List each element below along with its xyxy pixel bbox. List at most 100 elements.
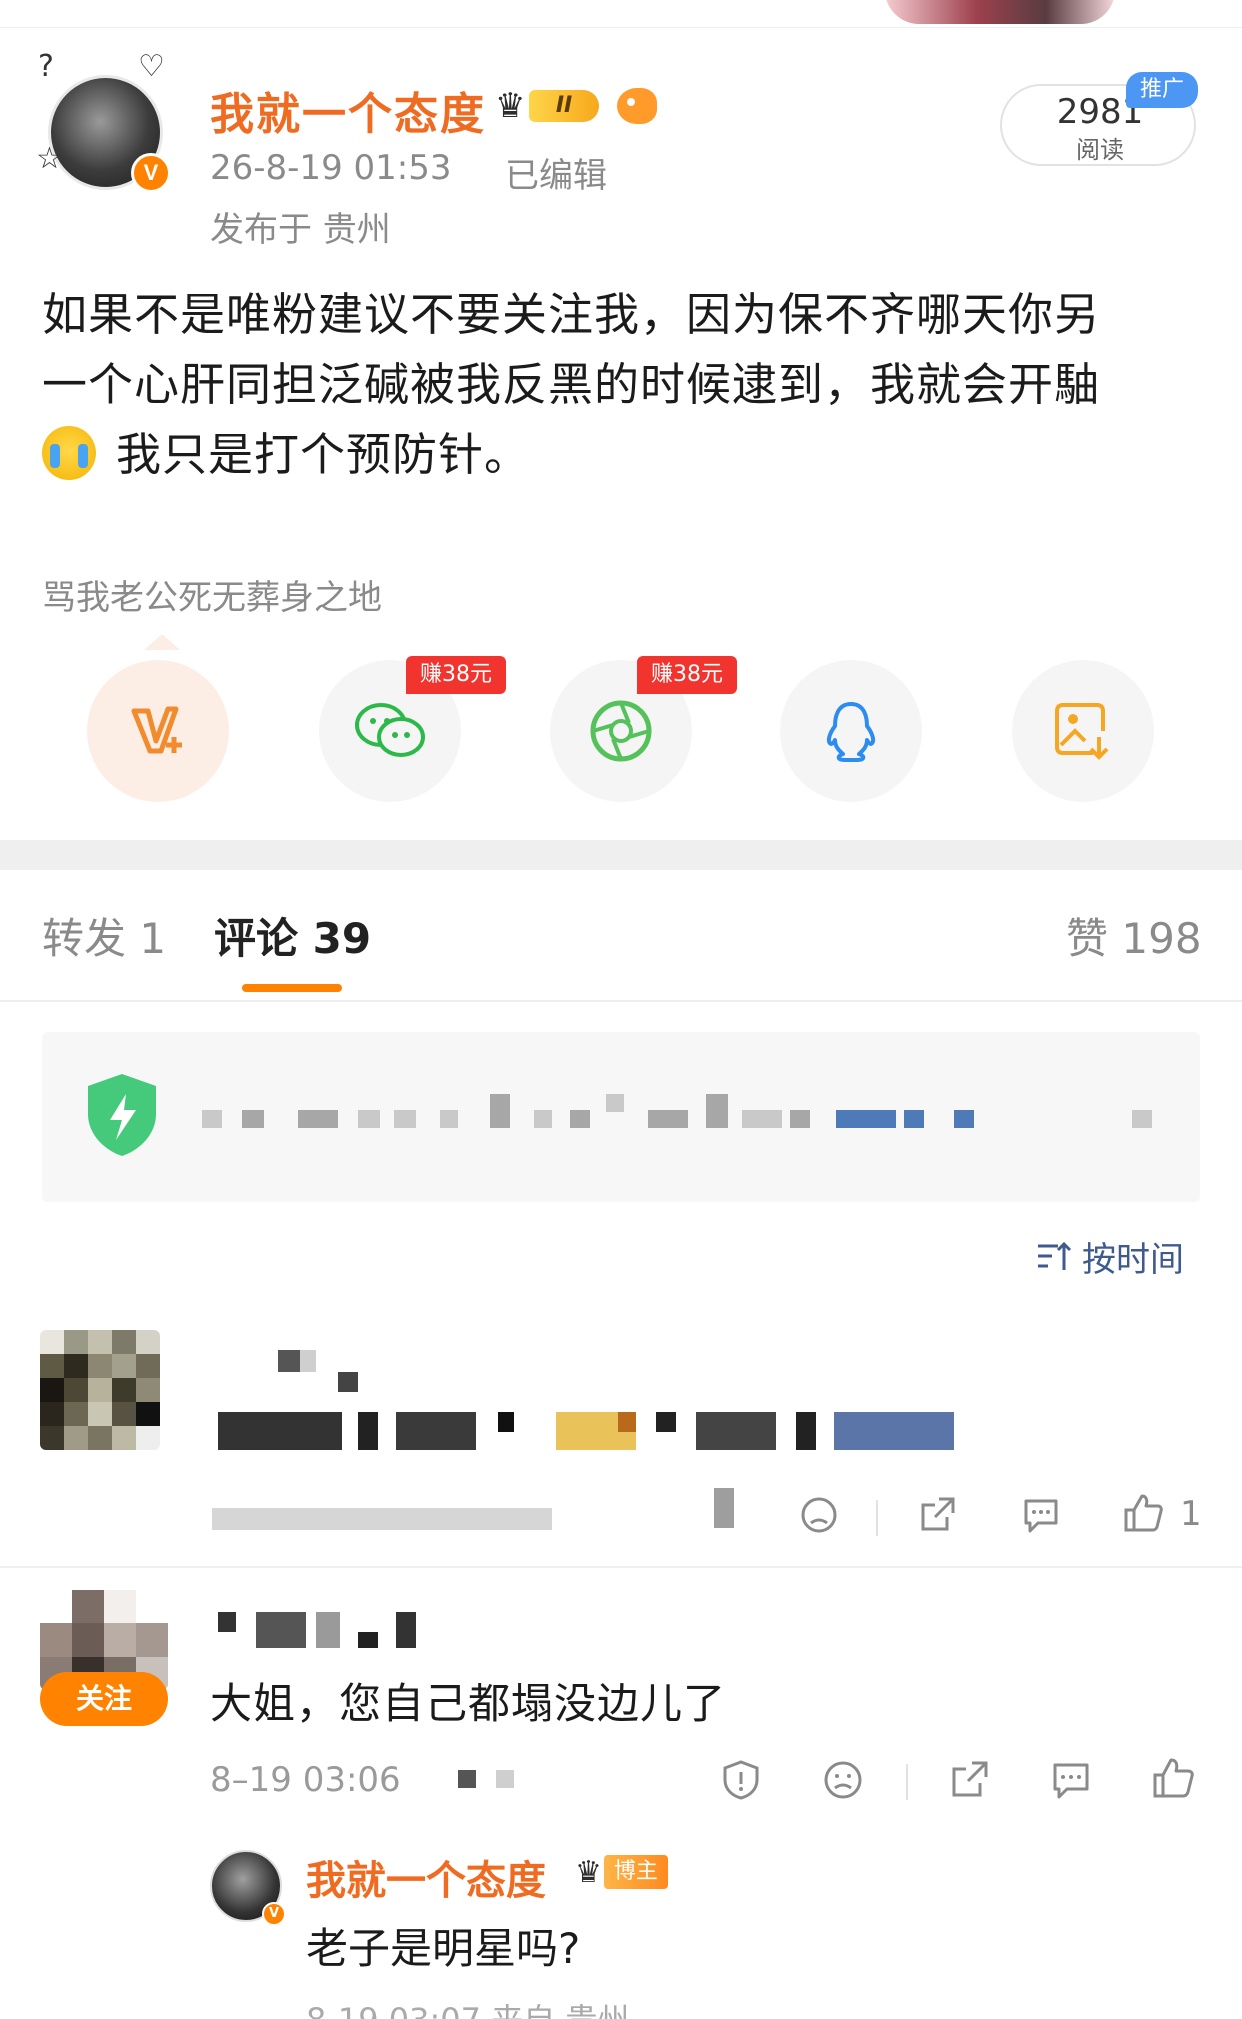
pixelated-comment-text	[656, 1412, 676, 1432]
pixelated-text-block	[298, 1110, 338, 1128]
author-avatar[interactable]: ? ♡ ☆ V	[36, 49, 173, 193]
heart-doodle-icon: ♡	[138, 49, 165, 84]
pixelated-text-block	[742, 1110, 782, 1128]
pixelated-text-block	[534, 1110, 552, 1128]
crying-emoji-icon	[42, 426, 96, 480]
post-topic[interactable]: 骂我老公死无葬身之地	[42, 570, 382, 619]
reply-meta: 8-19 03:07 来自 贵州	[306, 1995, 629, 2019]
pixelated-username	[218, 1612, 236, 1632]
tab-repost[interactable]: 转发 1	[42, 905, 166, 966]
verified-v-icon: V	[262, 1902, 286, 1926]
pixelated-text-block	[394, 1110, 416, 1128]
share-qq-button[interactable]	[780, 660, 922, 802]
tab-comments-count: 39	[312, 914, 372, 963]
pixelated-username	[358, 1632, 378, 1648]
sort-icon	[1038, 1241, 1072, 1270]
pixelated-comment-meta	[212, 1508, 552, 1530]
reply-text: 老子是明星吗?	[306, 1924, 581, 1973]
sort-by-time-button[interactable]: 按时间	[1036, 1232, 1184, 1281]
dislike-icon[interactable]	[796, 1492, 842, 1538]
pixelated-text-block	[706, 1094, 728, 1128]
report-icon[interactable]	[718, 1757, 764, 1803]
save-image-icon	[1012, 660, 1154, 802]
banner-decoration	[885, 0, 1115, 24]
share-weibo-button[interactable]	[87, 660, 229, 802]
top-banner-strip	[0, 0, 1242, 28]
pixelated-username	[316, 1612, 340, 1648]
action-separator	[906, 1764, 908, 1800]
tab-repost-label: 转发	[42, 914, 127, 963]
commenter-avatar[interactable]	[40, 1330, 160, 1450]
pixelated-avatar	[40, 1330, 160, 1450]
share-icon[interactable]	[914, 1492, 960, 1538]
pixelated-text-block	[242, 1110, 264, 1128]
like-icon[interactable]	[1150, 1755, 1196, 1801]
pixelated-link-block	[954, 1110, 974, 1128]
weibo-v-icon	[87, 660, 229, 802]
pixelated-text-block	[606, 1094, 624, 1112]
crown-icon: ♛	[495, 86, 526, 126]
sort-label: 按时间	[1082, 1240, 1184, 1280]
pixelated-comment-text	[498, 1412, 514, 1432]
read-label: 阅读	[1076, 136, 1124, 164]
follow-button[interactable]: 关注	[40, 1672, 168, 1726]
pixelated-comment-text	[796, 1412, 816, 1450]
comment-text: 大姐，您自己都塌没边儿了	[210, 1679, 727, 1728]
post-body-line: 我只是打个预防针。	[116, 428, 531, 481]
pixelated-username	[396, 1612, 416, 1648]
reply-username[interactable]: 我就一个态度	[306, 1848, 546, 1906]
post-body-line-with-emoji: 我只是打个预防针。	[42, 420, 1212, 490]
post-body: 如果不是唯粉建议不要关注我，因为保不齐哪天你另 一个心肝同担泛碱被我反黑的时候逮…	[42, 280, 1212, 490]
like-icon[interactable]	[1120, 1490, 1166, 1536]
pixelated-text-block	[202, 1110, 222, 1128]
pixelated-comment-meta	[458, 1770, 476, 1788]
shield-lightning-icon	[82, 1070, 162, 1160]
pixelated-text-block	[440, 1110, 458, 1128]
edited-label[interactable]: 已编辑	[505, 148, 607, 197]
pixelated-text-block	[358, 1110, 380, 1128]
reply-author-avatar[interactable]: V	[210, 1850, 286, 1926]
tabs-divider	[0, 1000, 1242, 1002]
tab-likes[interactable]: 赞 198	[1066, 905, 1202, 966]
pixelated-username	[300, 1350, 316, 1372]
post-body-line: 如果不是唯粉建议不要关注我，因为保不齐哪天你另	[42, 288, 1101, 341]
post-time: 26-8-19 01:53	[210, 148, 452, 188]
pixelated-text-block	[570, 1110, 590, 1128]
earn-reward-tag: 赚38元	[637, 656, 737, 694]
pixelated-promo-banner[interactable]	[42, 1032, 1200, 1202]
dislike-icon[interactable]	[820, 1757, 866, 1803]
pixelated-text-block	[790, 1110, 810, 1128]
pixelated-text-block	[1132, 1110, 1152, 1128]
pixelated-comment-text	[358, 1412, 378, 1450]
tab-comments-label: 评论	[214, 914, 299, 963]
post-location: 发布于 贵州	[210, 210, 391, 250]
tab-comments[interactable]: 评论 39	[214, 905, 371, 966]
reply-comment-icon[interactable]	[1018, 1492, 1064, 1538]
action-separator	[876, 1500, 878, 1536]
post-body-line: 一个心肝同担泛碱被我反黑的时候逮到，我就会开駎	[42, 358, 1101, 411]
level-badge-text: II	[529, 90, 599, 122]
blogger-badge: ♛ 博主	[575, 1852, 668, 1892]
save-image-button[interactable]	[1012, 660, 1154, 802]
earn-reward-tag: 赚38元	[406, 656, 506, 694]
section-divider	[0, 840, 1242, 870]
pixelated-link-block	[836, 1110, 896, 1128]
pixelated-comment-text	[696, 1412, 776, 1450]
pixelated-comment-text	[218, 1412, 342, 1450]
pixelated-comment-text	[396, 1412, 476, 1450]
comment-like-count: 1	[1180, 1494, 1202, 1534]
pixelated-emoji	[618, 1412, 636, 1432]
author-username[interactable]: 我就一个态度	[210, 78, 486, 142]
blogger-tag: 博主	[603, 1855, 668, 1889]
pixelated-username	[256, 1612, 306, 1648]
comment-divider	[0, 1566, 1242, 1568]
tab-likes-label: 赞	[1066, 914, 1109, 963]
level-badge[interactable]: ♛ II	[495, 84, 607, 126]
share-icon[interactable]	[946, 1757, 992, 1803]
active-tab-indicator	[242, 984, 342, 992]
verified-v-icon: V	[131, 153, 171, 193]
fan-badge-icon[interactable]	[617, 88, 657, 124]
pixelated-username	[338, 1372, 358, 1392]
promo-tag[interactable]: 推广	[1126, 72, 1198, 108]
reply-comment-icon[interactable]	[1048, 1757, 1094, 1803]
